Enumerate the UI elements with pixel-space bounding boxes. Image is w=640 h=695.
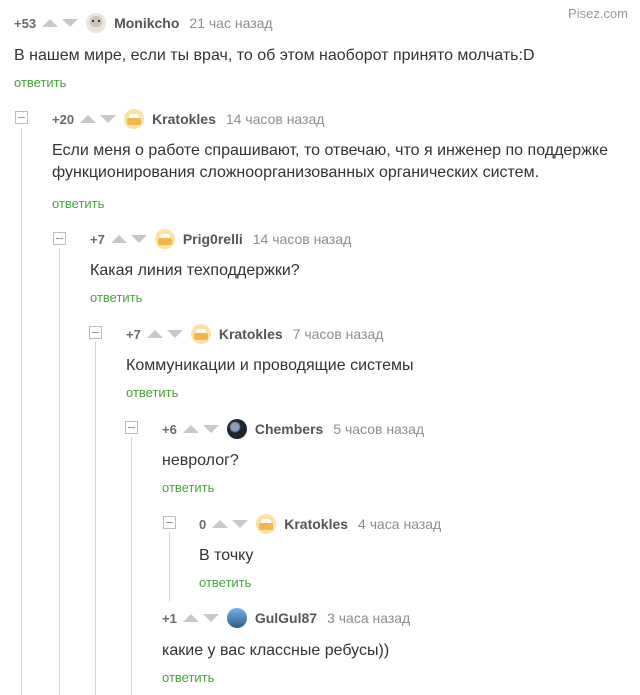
reply-link[interactable]: ответить <box>199 575 251 590</box>
reply-link[interactable]: ответить <box>90 290 142 305</box>
rating: 0 <box>199 516 207 532</box>
collapse-toggle[interactable] <box>89 326 102 339</box>
downvote-icon[interactable] <box>130 235 147 243</box>
reply-link[interactable]: ответить <box>162 670 214 685</box>
rating: +1 <box>162 610 177 626</box>
reply-link[interactable]: ответить <box>52 196 104 211</box>
collapse-toggle[interactable] <box>163 516 176 529</box>
thread-line <box>95 342 96 695</box>
upvote-icon[interactable] <box>182 614 199 622</box>
cake-avatar[interactable] <box>256 514 277 534</box>
thread-line <box>59 248 60 695</box>
timestamp: 5 часов назад <box>333 421 425 437</box>
timestamp: 14 часов назад <box>252 231 352 247</box>
rating: +7 <box>90 231 105 247</box>
timestamp: 21 час назад <box>189 15 273 31</box>
timestamp: 14 часов назад <box>225 111 325 127</box>
rating: +20 <box>52 111 75 127</box>
comment-header: +6 Chembers 5 часов назад <box>162 418 424 440</box>
skull-avatar[interactable] <box>86 13 107 33</box>
downvote-icon[interactable] <box>100 115 117 123</box>
comment-header: +1 GulGul87 3 часа назад <box>162 607 410 629</box>
downvote-icon[interactable] <box>202 425 219 433</box>
reply-link[interactable]: ответить <box>126 385 178 400</box>
timestamp: 3 часа назад <box>327 610 411 626</box>
author-name[interactable]: Kratokles <box>219 326 283 342</box>
collapse-toggle[interactable] <box>15 111 28 124</box>
collapse-toggle[interactable] <box>53 232 66 245</box>
rating: +53 <box>14 15 37 31</box>
collapse-toggle[interactable] <box>125 421 138 434</box>
blue-avatar[interactable] <box>226 608 247 628</box>
comment-text: Коммуникации и проводящие системы <box>126 357 414 374</box>
comment-text: какие у вас классные ребусы)) <box>162 642 390 659</box>
comment-text: Если меня о работе спрашивают, то отвеча… <box>52 142 608 181</box>
upvote-icon[interactable] <box>110 235 127 243</box>
rating: +6 <box>162 421 177 437</box>
author-name[interactable]: Monikcho <box>114 15 179 31</box>
author-name[interactable]: Prig0relli <box>183 231 243 247</box>
upvote-icon[interactable] <box>182 425 199 433</box>
timestamp: 7 часов назад <box>292 326 384 342</box>
author-name[interactable]: GulGul87 <box>255 610 317 626</box>
thread-line <box>169 532 170 602</box>
comment-header: +53 Monikcho 21 час назад <box>14 12 273 34</box>
author-name[interactable]: Kratokles <box>284 516 348 532</box>
upvote-icon[interactable] <box>80 115 97 123</box>
thread-line <box>131 437 132 695</box>
upvote-icon[interactable] <box>42 19 59 27</box>
reply-link[interactable]: ответить <box>162 480 214 495</box>
comment-text: невролог? <box>162 452 239 469</box>
comment-header: +7 Prig0relli 14 часов назад <box>90 228 351 250</box>
downvote-icon[interactable] <box>62 19 79 27</box>
downvote-icon[interactable] <box>202 614 219 622</box>
comment-header: +20 Kratokles 14 часов назад <box>52 108 324 130</box>
cake-avatar[interactable] <box>190 324 211 344</box>
upvote-icon[interactable] <box>212 520 229 528</box>
comment-text: В нашем мире, если ты врач, то об этом н… <box>14 47 535 64</box>
upvote-icon[interactable] <box>146 330 163 338</box>
timestamp: 4 часа назад <box>358 516 442 532</box>
cake-avatar[interactable] <box>154 229 175 249</box>
cake-avatar[interactable] <box>124 109 145 129</box>
rating: +7 <box>126 326 141 342</box>
watermark: Pisez.com <box>568 6 628 21</box>
dark-avatar[interactable] <box>226 419 247 439</box>
comment-text: В точку <box>199 547 254 564</box>
comment-text: Какая линия техподдержки? <box>90 262 300 279</box>
downvote-icon[interactable] <box>232 520 249 528</box>
author-name[interactable]: Kratokles <box>152 111 216 127</box>
comment-header: +7 Kratokles 7 часов назад <box>126 323 383 345</box>
thread-line <box>21 128 22 695</box>
author-name[interactable]: Chembers <box>255 421 323 437</box>
comment-header: 0 Kratokles 4 часа назад <box>199 513 441 535</box>
reply-link[interactable]: ответить <box>14 75 66 90</box>
downvote-icon[interactable] <box>166 330 183 338</box>
